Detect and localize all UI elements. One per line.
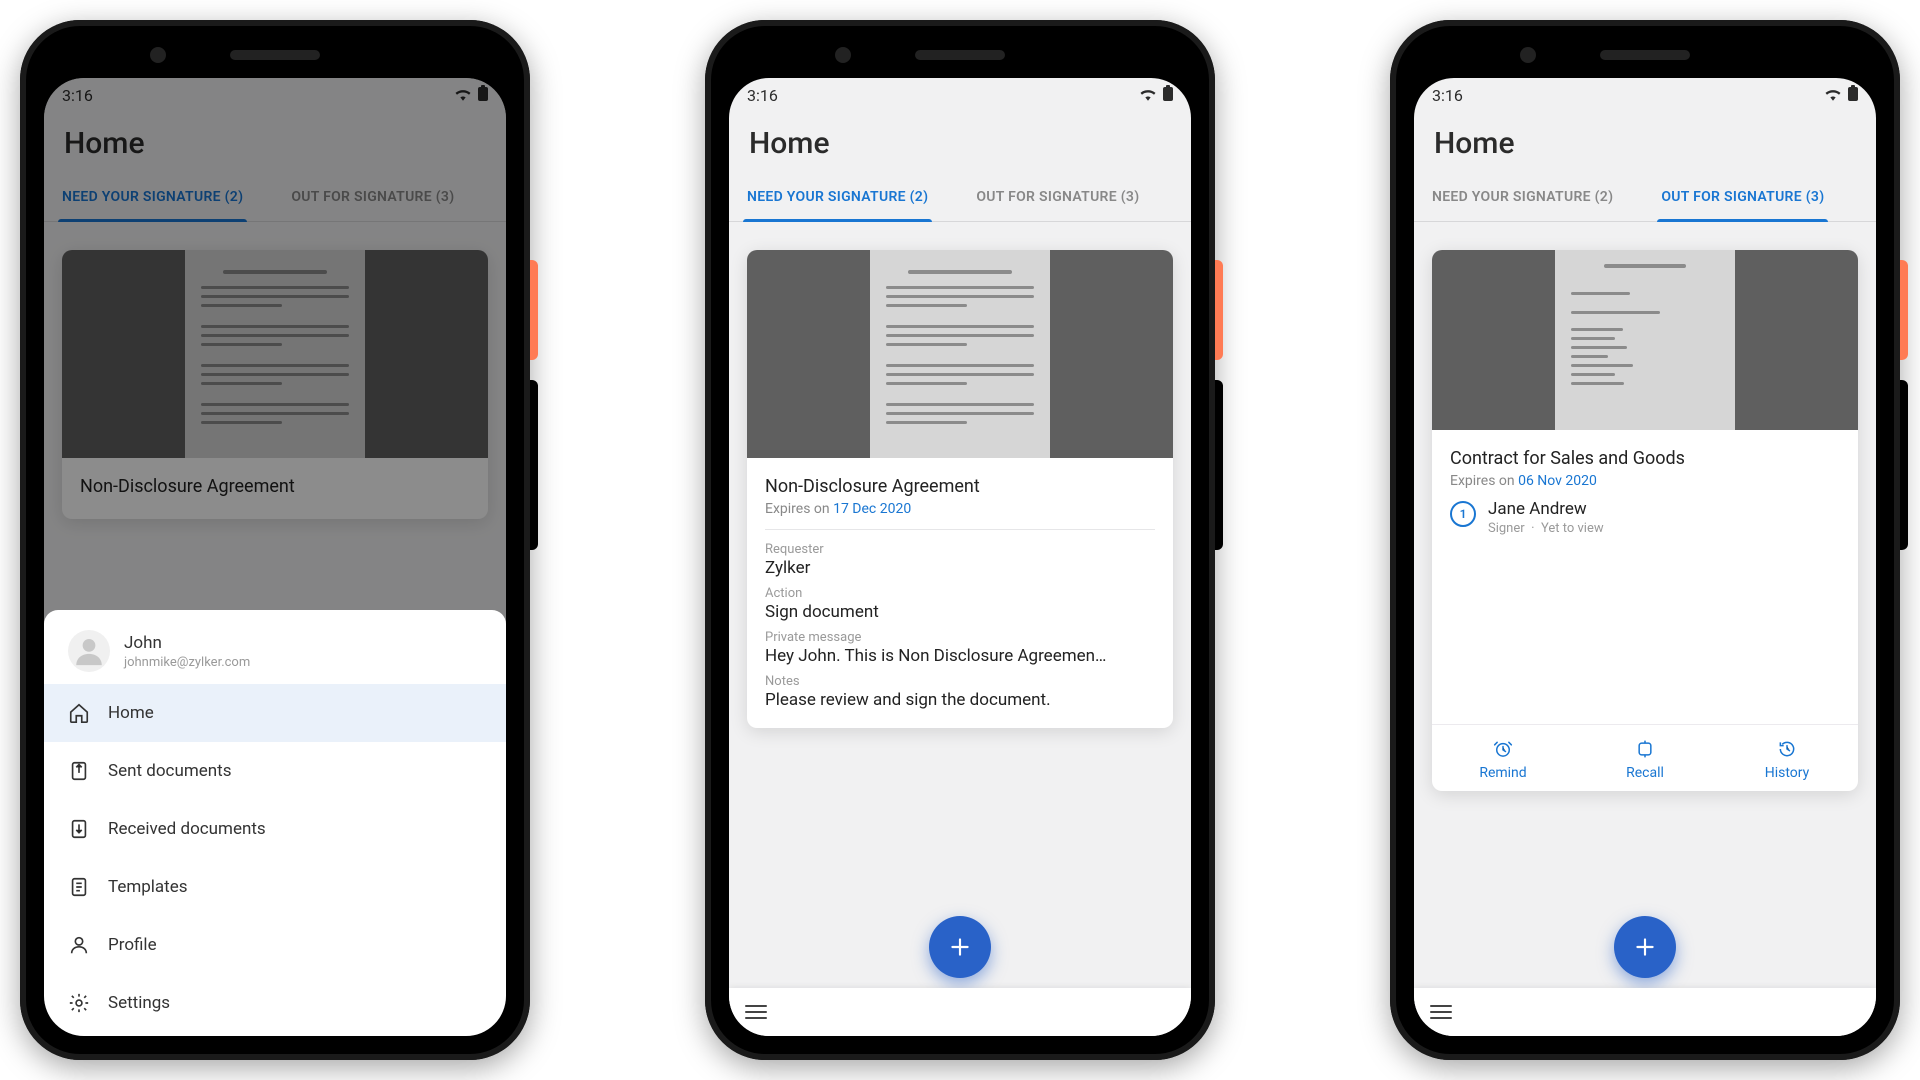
avatar-icon bbox=[68, 630, 110, 672]
drawer-item-templates[interactable]: Templates bbox=[44, 858, 506, 916]
drawer-item-home[interactable]: Home bbox=[44, 684, 506, 742]
tab-out-for-signature[interactable]: OUT FOR SIGNATURE (3) bbox=[1657, 183, 1828, 221]
profile-icon bbox=[68, 934, 90, 956]
document-card[interactable]: Contract for Sales and Goods Expires on … bbox=[1432, 250, 1858, 791]
action-value: Sign document bbox=[765, 602, 1155, 622]
home-icon bbox=[68, 702, 90, 724]
tab-need-signature[interactable]: NEED YOUR SIGNATURE (2) bbox=[743, 183, 932, 221]
drawer-item-profile[interactable]: Profile bbox=[44, 916, 506, 974]
user-email: johnmike@zylker.com bbox=[124, 655, 250, 670]
phone-frame-3: 3:16 Home NEED YOUR SIGNATURE (2) OUT FO… bbox=[1390, 20, 1900, 1060]
card-actions: Remind Recall History bbox=[1432, 724, 1858, 791]
document-thumbnail bbox=[1432, 250, 1858, 430]
drawer-item-label: Settings bbox=[108, 993, 170, 1013]
phone-frame-1: 3:16 Home NEED YOUR SIGNATURE (2) OUT FO… bbox=[20, 20, 530, 1060]
fab-add-button[interactable] bbox=[929, 916, 991, 978]
bottom-bar bbox=[729, 988, 1191, 1036]
plus-icon bbox=[1632, 934, 1658, 960]
tabs: NEED YOUR SIGNATURE (2) OUT FOR SIGNATUR… bbox=[1414, 165, 1876, 222]
page-title: Home bbox=[1414, 112, 1876, 165]
signer-row: 1 Jane Andrew Signer · Yet to view bbox=[1450, 499, 1840, 536]
received-doc-icon bbox=[68, 818, 90, 840]
private-message-value: Hey John. This is Non Disclosure Agreeme… bbox=[765, 646, 1155, 666]
drawer-item-label: Templates bbox=[108, 877, 188, 897]
tab-need-signature[interactable]: NEED YOUR SIGNATURE (2) bbox=[1428, 183, 1617, 221]
signer-name: Jane Andrew bbox=[1488, 499, 1604, 519]
requester-value: Zylker bbox=[765, 558, 1155, 578]
recall-icon bbox=[1635, 739, 1655, 759]
battery-icon bbox=[1848, 85, 1858, 105]
document-title: Contract for Sales and Goods bbox=[1450, 448, 1840, 469]
user-name: John bbox=[124, 633, 250, 653]
status-bar: 3:16 bbox=[729, 78, 1191, 112]
battery-icon bbox=[1163, 85, 1173, 105]
drawer-user-row[interactable]: John johnmike@zylker.com bbox=[44, 610, 506, 684]
document-card[interactable]: Non-Disclosure Agreement Expires on 17 D… bbox=[747, 250, 1173, 728]
drawer-item-label: Home bbox=[108, 703, 154, 723]
page-title: Home bbox=[729, 112, 1191, 165]
drawer-item-settings[interactable]: Settings bbox=[44, 974, 506, 1032]
bottom-bar bbox=[1414, 988, 1876, 1036]
status-time: 3:16 bbox=[747, 86, 778, 105]
history-icon bbox=[1777, 739, 1797, 759]
remind-button[interactable]: Remind bbox=[1432, 725, 1574, 791]
signer-meta: Signer · Yet to view bbox=[1488, 521, 1604, 536]
drawer-item-sent[interactable]: Sent documents bbox=[44, 742, 506, 800]
wifi-icon bbox=[1139, 86, 1157, 105]
alarm-icon bbox=[1493, 739, 1513, 759]
tab-out-for-signature[interactable]: OUT FOR SIGNATURE (3) bbox=[972, 183, 1143, 221]
document-title: Non-Disclosure Agreement bbox=[765, 476, 1155, 497]
status-bar: 3:16 bbox=[1414, 78, 1876, 112]
tabs: NEED YOUR SIGNATURE (2) OUT FOR SIGNATUR… bbox=[729, 165, 1191, 222]
drawer-item-label: Sent documents bbox=[108, 761, 231, 781]
plus-icon bbox=[947, 934, 973, 960]
templates-icon bbox=[68, 876, 90, 898]
phone-frame-2: 3:16 Home NEED YOUR SIGNATURE (2) OUT FO… bbox=[705, 20, 1215, 1060]
menu-button[interactable] bbox=[1430, 1005, 1452, 1019]
wifi-icon bbox=[1824, 86, 1842, 105]
menu-button[interactable] bbox=[745, 1005, 767, 1019]
action-label: Action bbox=[765, 586, 1155, 601]
navigation-drawer: John johnmike@zylker.com Home Sent docum… bbox=[44, 610, 506, 1036]
drawer-item-label: Profile bbox=[108, 935, 157, 955]
sent-doc-icon bbox=[68, 760, 90, 782]
fab-add-button[interactable] bbox=[1614, 916, 1676, 978]
gear-icon bbox=[68, 992, 90, 1014]
status-time: 3:16 bbox=[1432, 86, 1463, 105]
history-button[interactable]: History bbox=[1716, 725, 1858, 791]
drawer-item-received[interactable]: Received documents bbox=[44, 800, 506, 858]
expiry-text: Expires on 17 Dec 2020 bbox=[765, 501, 1155, 517]
signer-index-badge: 1 bbox=[1450, 501, 1476, 527]
requester-label: Requester bbox=[765, 542, 1155, 557]
document-thumbnail bbox=[747, 250, 1173, 458]
notes-label: Notes bbox=[765, 674, 1155, 689]
private-message-label: Private message bbox=[765, 630, 1155, 645]
drawer-item-label: Received documents bbox=[108, 819, 266, 839]
recall-button[interactable]: Recall bbox=[1574, 725, 1716, 791]
notes-value: Please review and sign the document. bbox=[765, 690, 1155, 710]
expiry-text: Expires on 06 Nov 2020 bbox=[1450, 473, 1840, 489]
